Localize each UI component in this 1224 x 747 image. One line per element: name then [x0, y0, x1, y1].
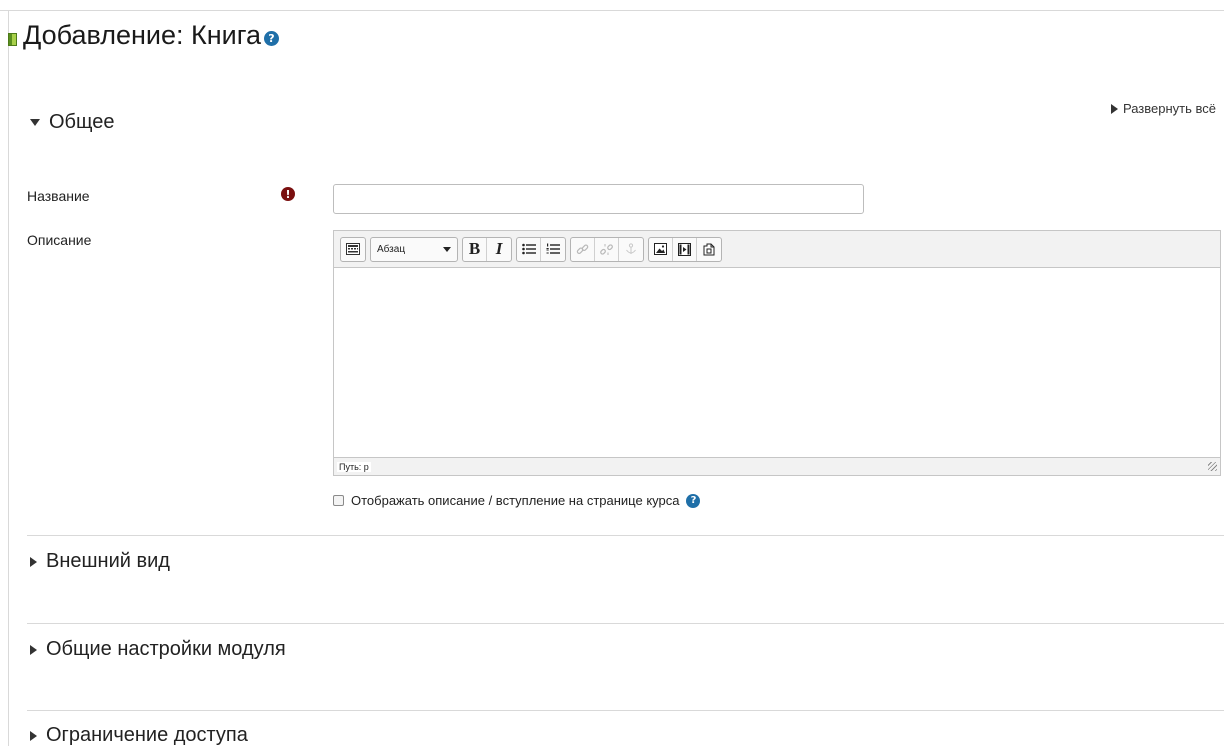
toolbar-group-toggle [340, 236, 366, 262]
chevron-down-icon [443, 246, 451, 252]
triangle-down-icon [30, 119, 40, 126]
media-icon [678, 242, 691, 256]
triangle-right-icon [30, 730, 37, 741]
section-general-toggle[interactable]: Общее [30, 111, 115, 134]
resize-grip-icon[interactable] [1208, 462, 1217, 471]
link-icon [576, 243, 589, 254]
unordered-list-icon [521, 243, 536, 255]
format-select[interactable]: Абзац [370, 236, 458, 262]
page-header: Добавление: Книга ? [8, 20, 279, 51]
ordered-list-button[interactable] [541, 238, 565, 261]
link-button[interactable] [571, 237, 595, 261]
section-general-label: Общее [49, 111, 115, 133]
section-module-settings-toggle[interactable]: Общие настройки модуля [30, 638, 286, 661]
left-border [8, 10, 9, 746]
manage-files-icon [703, 243, 715, 255]
show-description-row: Отображать описание / вступление на стра… [333, 493, 701, 508]
top-border [0, 10, 1224, 11]
page-title: Добавление: Книга [23, 20, 261, 50]
insert-image-button[interactable] [649, 237, 673, 261]
triangle-right-icon [30, 556, 37, 567]
unlink-icon [600, 243, 613, 255]
required-icon: ! [281, 187, 295, 201]
bold-button[interactable]: B [463, 237, 487, 261]
editor-path[interactable]: Путь: p [337, 461, 371, 472]
section-divider [27, 623, 1224, 624]
description-editor: Абзац B I Путь: p [333, 230, 1221, 476]
unlink-button[interactable] [595, 237, 619, 261]
expand-all-link[interactable]: Развернуть всё [1110, 101, 1216, 116]
toolbar-group-text: B I [462, 236, 512, 262]
toggle-toolbar-icon [346, 243, 360, 255]
image-icon [654, 243, 667, 255]
section-appearance-toggle[interactable]: Внешний вид [30, 550, 170, 573]
italic-button[interactable]: I [487, 238, 511, 261]
triangle-right-icon [1110, 103, 1118, 114]
section-access-toggle[interactable]: Ограничение доступа [30, 724, 248, 747]
section-module-settings-label: Общие настройки модуля [46, 638, 286, 660]
section-access-label: Ограничение доступа [46, 724, 248, 746]
name-input[interactable] [333, 184, 864, 214]
insert-media-button[interactable] [673, 237, 697, 261]
anchor-icon [626, 243, 636, 254]
ordered-list-icon [546, 243, 560, 254]
editor-content-area[interactable] [334, 268, 1220, 457]
triangle-right-icon [30, 644, 37, 655]
toolbar-group-media [648, 236, 722, 262]
unordered-list-button[interactable] [517, 237, 541, 261]
section-divider [27, 710, 1224, 711]
description-label: Описание [27, 232, 92, 248]
name-label: Название [27, 188, 90, 204]
toolbar-group-links [570, 236, 644, 262]
format-select-value: Абзац [377, 243, 406, 255]
help-icon[interactable]: ? [263, 31, 279, 46]
editor-statusbar: Путь: p [334, 457, 1220, 475]
manage-files-button[interactable] [697, 238, 721, 261]
section-divider [27, 535, 1224, 536]
show-description-label: Отображать описание / вступление на стра… [351, 493, 680, 508]
section-appearance-label: Внешний вид [46, 550, 170, 572]
toggle-toolbar-button[interactable] [341, 238, 365, 261]
book-icon [8, 33, 17, 46]
toolbar-group-lists [516, 236, 566, 262]
help-icon[interactable]: ? [686, 493, 701, 508]
expand-all-label: Развернуть всё [1122, 101, 1216, 116]
editor-toolbar: Абзац B I [334, 231, 1220, 268]
anchor-button[interactable] [619, 238, 643, 261]
show-description-checkbox[interactable] [333, 495, 344, 506]
